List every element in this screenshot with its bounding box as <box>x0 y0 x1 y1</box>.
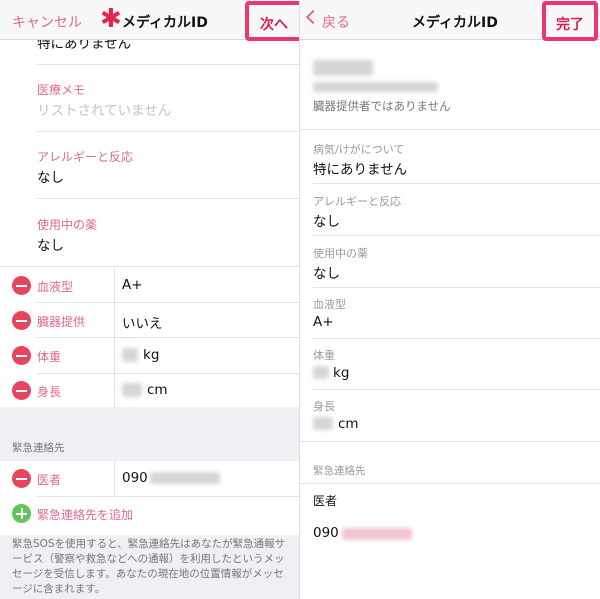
divider <box>313 235 600 236</box>
divider <box>313 338 600 339</box>
divider <box>114 373 115 407</box>
divider <box>313 389 600 390</box>
redacted-name <box>313 60 373 76</box>
weight-unit[interactable]: kg <box>143 347 159 363</box>
add-contact-icon[interactable] <box>12 504 31 523</box>
blood-type-label: 血液型 <box>313 298 346 311</box>
delete-height-icon[interactable] <box>12 381 31 400</box>
conditions-value: 特にありません <box>313 162 408 178</box>
medical-asterisk-icon: ✱ <box>100 4 122 34</box>
divider <box>0 266 299 267</box>
page-title: メディカルID <box>122 15 208 31</box>
allergies-label: アレルギーと反応 <box>313 195 401 208</box>
allergies-field[interactable]: なし <box>37 166 64 186</box>
redacted-value <box>122 383 142 397</box>
allergies-label: アレルギーと反応 <box>37 150 134 164</box>
divider <box>114 266 115 302</box>
next-button[interactable]: 次へ <box>249 14 299 34</box>
delete-organ-donor-icon[interactable] <box>12 311 31 330</box>
emergency-sos-footer: 緊急SOSを使用すると、緊急連絡先はあなたが緊急通報サービス（警察や救急などへの… <box>12 538 286 595</box>
medications-value: なし <box>313 266 340 282</box>
medical-notes-label: 医療メモ <box>37 83 86 97</box>
medications-label: 使用中の薬 <box>313 247 368 260</box>
divider <box>114 461 115 496</box>
emergency-contacts-header: 緊急連絡先 <box>12 442 65 454</box>
divider <box>37 373 299 374</box>
add-emergency-contact-button[interactable]: 緊急連絡先を追加 <box>37 506 133 523</box>
divider <box>114 337 115 373</box>
divider <box>313 287 600 288</box>
delete-blood-type-icon[interactable] <box>12 276 31 295</box>
back-button[interactable]: 戻る <box>322 12 350 32</box>
divider <box>37 496 299 497</box>
redacted-value <box>342 528 412 540</box>
emergency-contacts-group: 医者 090 緊急連絡先を追加 <box>0 461 299 535</box>
redacted-value <box>150 472 220 484</box>
blood-type-label: 血液型 <box>37 280 74 294</box>
right-navigation-bar: 戻る メディカルID 完了 <box>300 0 600 41</box>
divider <box>313 183 600 184</box>
divider <box>37 64 299 65</box>
weight-unit: kg <box>333 365 350 381</box>
height-label: 身長 <box>313 400 335 413</box>
redacted-value <box>122 348 138 362</box>
emergency-contacts-header: 緊急連絡先 <box>313 465 366 477</box>
weight-label: 体重 <box>37 350 62 364</box>
redacted-value <box>313 417 333 430</box>
divider <box>300 129 600 130</box>
allergies-value: なし <box>313 214 340 230</box>
medical-id-view-screen: 戻る メディカルID 完了 臓器提供者ではありません 病気/けがについて 特にあ… <box>300 0 600 599</box>
divider <box>37 302 299 303</box>
next-button-highlight: 次へ <box>245 1 299 41</box>
weight-label: 体重 <box>313 349 335 362</box>
blood-type-value[interactable]: A+ <box>122 277 143 293</box>
height-unit[interactable]: cm <box>147 382 168 398</box>
chevron-left-icon[interactable] <box>305 9 321 25</box>
done-button[interactable]: 完了 <box>546 14 594 34</box>
divider <box>37 337 299 338</box>
contact-phone[interactable]: 090 <box>122 470 148 486</box>
medical-id-edit-screen: 特にありません 医療メモ リストされていません アレルギーと反応 なし 使用中の… <box>0 0 299 599</box>
organ-donor-status: 臓器提供者ではありません <box>313 99 451 113</box>
height-label: 身長 <box>37 385 62 399</box>
redacted-info <box>313 82 438 92</box>
divider <box>37 198 299 199</box>
height-unit: cm <box>338 416 359 432</box>
organ-donor-label: 臓器提供 <box>37 315 86 329</box>
blood-type-value: A+ <box>313 314 334 330</box>
divider <box>300 483 600 484</box>
medications-field[interactable]: なし <box>37 234 64 254</box>
delete-weight-icon[interactable] <box>12 346 31 365</box>
cancel-button[interactable]: キャンセル <box>12 12 82 32</box>
divider <box>37 131 299 132</box>
conditions-label: 病気/けがについて <box>313 143 405 156</box>
organ-donor-value[interactable]: いいえ <box>122 312 163 332</box>
divider <box>114 302 115 337</box>
contact-relation-label: 医者 <box>37 473 62 487</box>
divider <box>300 441 600 442</box>
contact-phone-link[interactable]: 090 <box>313 525 339 541</box>
medical-notes-field[interactable]: リストされていません <box>37 99 171 119</box>
medications-label: 使用中の薬 <box>37 218 98 232</box>
left-navigation-bar: キャンセル ✱ メディカルID 次へ <box>0 0 299 41</box>
contact-relation-label: 医者 <box>313 494 338 508</box>
page-title: メディカルID <box>412 15 498 31</box>
done-button-highlight: 完了 <box>542 1 598 41</box>
delete-contact-icon[interactable] <box>12 469 31 488</box>
redacted-value <box>313 366 329 379</box>
